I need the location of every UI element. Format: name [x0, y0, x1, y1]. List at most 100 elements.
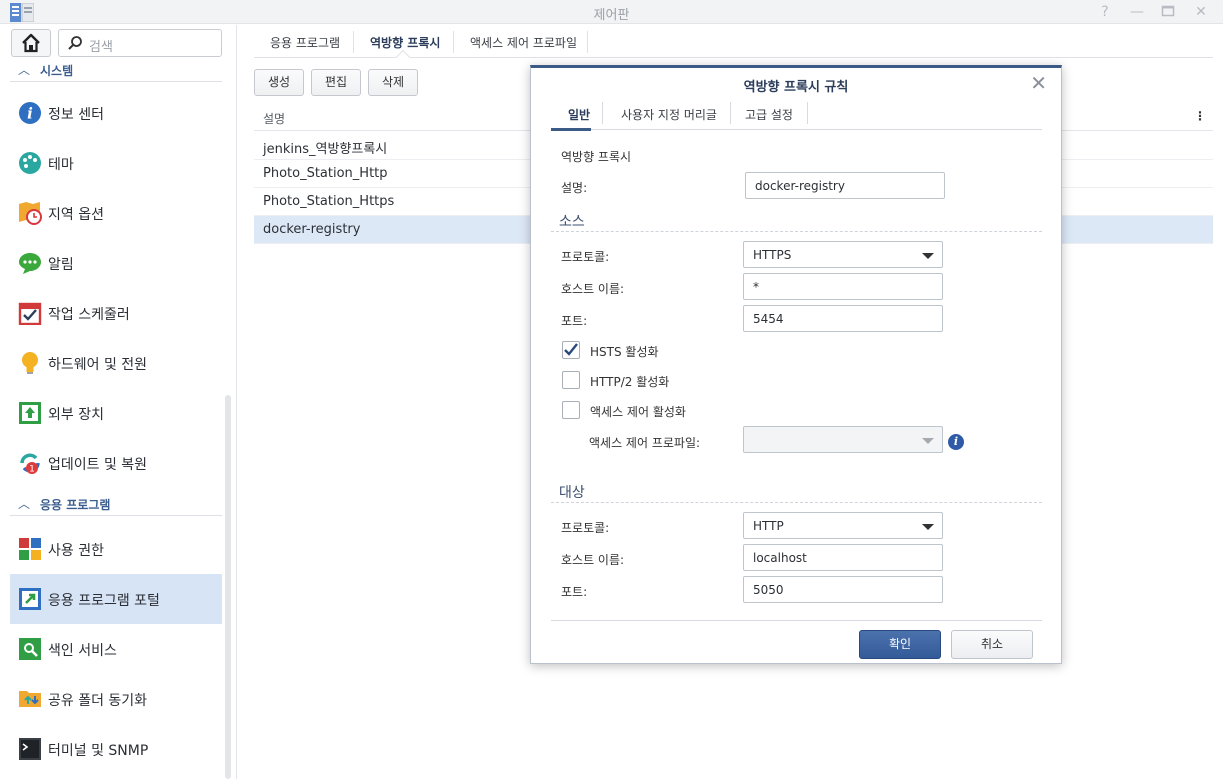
tab-reverse-proxy[interactable]: 역방향 프록시 [370, 34, 440, 51]
search-input[interactable]: 검색 [58, 29, 222, 57]
calendar-check-icon [18, 302, 42, 325]
tab-custom-header[interactable]: 사용자 지정 머리글 [621, 106, 717, 123]
section-label: 시스템 [40, 64, 74, 78]
sidebar-item-label: 알림 [48, 257, 74, 273]
window-title-bar: 제어판 ? — ✕ [0, 0, 1223, 24]
tab-access-control-profile[interactable]: 액세스 제어 프로파일 [470, 34, 577, 51]
close-icon[interactable]: ✕ [1030, 73, 1047, 93]
access-control-label[interactable]: 액세스 제어 활성화 [590, 403, 686, 420]
edit-button[interactable]: 편집 [311, 69, 361, 96]
upload-device-icon [19, 402, 41, 424]
source-protocol-value: HTTPS [753, 248, 792, 262]
sidebar-item-label: 정보 센터 [48, 107, 104, 123]
source-hostname-field[interactable]: * [743, 273, 943, 300]
update-icon: 1 [20, 453, 40, 475]
home-button[interactable] [11, 29, 51, 57]
sidebar-item-notification[interactable]: 알림 [10, 238, 222, 288]
chevron-down-icon [922, 438, 934, 444]
tab-divider [807, 102, 808, 124]
destination-protocol-select[interactable]: HTTP [743, 512, 943, 539]
sidebar-item-label: 업데이트 및 복원 [48, 457, 148, 473]
sidebar-item-update-restore[interactable]: 1 업데이트 및 복원 [10, 438, 222, 488]
chat-bubble-icon [19, 253, 41, 274]
create-button[interactable]: 생성 [254, 69, 304, 96]
sidebar-item-label: 하드웨어 및 전원 [48, 357, 148, 373]
row-description: jenkins_역방향프록시 [263, 142, 388, 157]
source-port-field[interactable]: 5454 [743, 305, 943, 332]
source-divider [551, 231, 1042, 232]
sidebar-item-label: 지역 옵션 [48, 207, 104, 223]
sidebar-item-application-portal[interactable]: 응용 프로그램 포털 [10, 574, 222, 624]
destination-heading: 대상 [559, 485, 585, 501]
chevron-down-icon [922, 253, 934, 259]
row-description: Photo_Station_Https [263, 194, 395, 209]
hsts-label[interactable]: HSTS 활성화 [590, 343, 659, 360]
access-control-checkbox[interactable] [562, 401, 580, 419]
active-tab-indicator [551, 128, 591, 131]
source-hostname-label: 호스트 이름: [561, 282, 625, 296]
description-label: 설명: [561, 181, 588, 195]
description-field[interactable]: docker-registry [745, 172, 945, 199]
chevron-down-icon [922, 524, 934, 530]
source-protocol-label: 프로토콜: [561, 250, 610, 264]
column-menu-icon[interactable]: ⋮ [1194, 109, 1206, 123]
sidebar-item-label: 사용 권한 [48, 543, 104, 559]
sidebar-item-privileges[interactable]: 사용 권한 [10, 524, 222, 574]
http2-checkbox[interactable] [562, 371, 580, 389]
sidebar: 검색 ︿ 시스템 i 정보 센터 테마 지역 옵션 알림 작업 스케줄러 하드웨… [0, 25, 237, 779]
section-system[interactable]: ︿ 시스템 [10, 60, 222, 82]
tab-divider [587, 31, 588, 53]
column-description[interactable]: 설명 [263, 110, 285, 127]
destination-hostname-field[interactable]: localhost [743, 544, 943, 571]
section-label: 응용 프로그램 [40, 498, 111, 512]
sidebar-item-hardware-power[interactable]: 하드웨어 및 전원 [10, 338, 222, 388]
hsts-checkbox[interactable] [562, 341, 580, 359]
permissions-icon [19, 538, 41, 560]
ok-button[interactable]: 확인 [859, 630, 941, 659]
index-search-icon [19, 638, 41, 660]
cancel-button[interactable]: 취소 [951, 630, 1033, 659]
tab-divider [602, 102, 603, 124]
chevron-up-icon: ︿ [18, 497, 31, 511]
delete-button[interactable]: 삭제 [368, 69, 418, 96]
sidebar-item-terminal-snmp[interactable]: 터미널 및 SNMP [10, 724, 222, 774]
tab-applications[interactable]: 응용 프로그램 [270, 34, 340, 51]
tab-advanced-settings[interactable]: 고급 설정 [745, 106, 793, 123]
sidebar-item-label: 작업 스케줄러 [48, 307, 130, 323]
source-protocol-select[interactable]: HTTPS [743, 241, 943, 268]
section-applications[interactable]: ︿ 응용 프로그램 [10, 494, 222, 516]
tab-divider [353, 31, 354, 53]
tab-divider [453, 31, 454, 53]
row-description: Photo_Station_Http [263, 166, 388, 181]
tab-general[interactable]: 일반 [568, 106, 590, 123]
sidebar-item-label: 공유 폴더 동기화 [48, 693, 148, 709]
sidebar-item-external-devices[interactable]: 외부 장치 [10, 388, 222, 438]
help-icon[interactable]: ? [1097, 4, 1113, 20]
destination-port-field[interactable]: 5050 [743, 576, 943, 603]
access-profile-select[interactable] [743, 426, 943, 453]
minimize-icon[interactable]: — [1129, 4, 1145, 20]
http2-label[interactable]: HTTP/2 활성화 [590, 373, 669, 390]
section-title: 역방향 프록시 [561, 150, 632, 164]
sidebar-item-label: 외부 장치 [48, 407, 104, 423]
access-profile-label: 액세스 제어 프로파일: [589, 436, 701, 450]
maximize-icon[interactable] [1160, 4, 1176, 20]
dialog-footer-divider [551, 620, 1042, 621]
map-clock-icon [19, 202, 42, 225]
search-placeholder: 검색 [89, 40, 113, 55]
sidebar-scrollbar[interactable] [225, 395, 231, 779]
tab-divider [730, 102, 731, 124]
sidebar-item-info-center[interactable]: i 정보 센터 [10, 88, 222, 138]
sidebar-item-regional-options[interactable]: 지역 옵션 [10, 188, 222, 238]
lightbulb-icon [22, 352, 38, 374]
destination-protocol-value: HTTP [753, 519, 784, 533]
info-icon[interactable]: i [948, 434, 964, 450]
main-tabs: 응용 프로그램 역방향 프록시 액세스 제어 프로파일 [254, 25, 1213, 65]
sidebar-item-shared-folder-sync[interactable]: 공유 폴더 동기화 [10, 674, 222, 724]
sidebar-item-task-scheduler[interactable]: 작업 스케줄러 [10, 288, 222, 338]
app-portal-icon [19, 588, 41, 610]
active-tab-caret [395, 49, 411, 65]
sidebar-item-theme[interactable]: 테마 [10, 138, 222, 188]
close-icon[interactable]: ✕ [1193, 4, 1209, 20]
sidebar-item-indexing-service[interactable]: 색인 서비스 [10, 624, 222, 674]
